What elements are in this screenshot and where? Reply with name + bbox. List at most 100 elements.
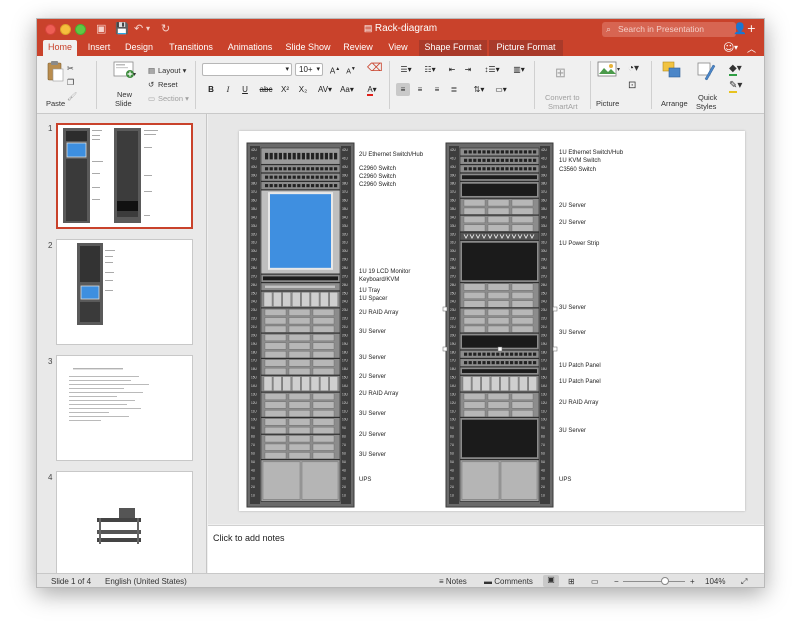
align-center-icon[interactable]: ≡ xyxy=(413,83,427,96)
line-spacing-icon[interactable]: ↕☰▾ xyxy=(482,63,502,76)
rack-device xyxy=(260,459,341,502)
port xyxy=(510,150,514,154)
port xyxy=(528,352,532,356)
notes-pane[interactable]: Click to add notes xyxy=(208,525,764,573)
slide-thumbnail-1[interactable] xyxy=(56,123,193,229)
font-size-combobox[interactable]: 10+ ▾ xyxy=(295,63,323,76)
zoom-slider[interactable] xyxy=(623,577,685,585)
shapes-icon[interactable]: ◔▾ xyxy=(628,63,639,74)
reading-view-icon[interactable]: ▭ xyxy=(591,577,599,586)
bold-button[interactable]: B xyxy=(204,83,218,96)
tab-review[interactable]: Review xyxy=(341,40,375,56)
smiley-feedback-icon[interactable]: ☺ xyxy=(723,41,734,54)
slide-thumbnail-2[interactable] xyxy=(56,239,193,345)
justify-icon[interactable]: ≣ xyxy=(447,83,461,96)
shape-fill-icon[interactable]: ◆▾ xyxy=(729,63,742,76)
zoom-level[interactable]: 104% xyxy=(705,577,725,586)
fit-slide-icon[interactable]: ⤢ xyxy=(741,577,747,587)
drive-bay xyxy=(288,418,311,426)
section-button[interactable]: Section ▾ xyxy=(158,94,189,103)
align-right-icon[interactable]: ≡ xyxy=(430,83,444,96)
new-slide-dropdown-icon[interactable]: ▾ xyxy=(133,71,136,78)
paste-icon[interactable] xyxy=(46,60,64,82)
comments-toggle[interactable]: ▬ Comments xyxy=(484,577,533,586)
tab-shape-format[interactable]: Shape Format xyxy=(419,40,487,56)
bullets-icon[interactable]: ☰▾ xyxy=(397,63,415,76)
tab-home[interactable]: Home xyxy=(43,40,77,56)
smartart-icon[interactable]: ⊞ xyxy=(555,65,566,81)
change-case-icon[interactable]: Aa▾ xyxy=(337,83,357,96)
slide-canvas[interactable]: 42U 42U 41U 41U 40U 40U 39U 39U 38U 38U 37U 37U 36U 3… xyxy=(239,131,745,511)
slide-thumbnail-3[interactable] xyxy=(56,355,193,461)
align-text-icon[interactable]: ▭▾ xyxy=(492,83,510,96)
layout-button[interactable]: Layout ▾ xyxy=(158,66,186,75)
search-input[interactable]: ⌕ Search in Presentation xyxy=(602,22,736,37)
slide-thumbnails-pane[interactable]: 1 2 3 4 xyxy=(37,114,207,577)
character-spacing-icon[interactable]: AV▾ xyxy=(315,83,335,96)
port xyxy=(283,175,287,179)
arrange-icon[interactable] xyxy=(662,61,681,81)
zoom-out-icon[interactable]: − xyxy=(614,577,619,586)
rack-unit-label: 36U xyxy=(541,199,548,203)
tab-slide-show[interactable]: Slide Show xyxy=(283,40,333,56)
normal-view-icon[interactable]: ▣ xyxy=(543,575,559,587)
text-box-icon[interactable]: ⊡ xyxy=(628,80,636,91)
slide-editor[interactable]: 42U 42U 41U 41U 40U 40U 39U 39U 38U 38U 37U 37U 36U 3… xyxy=(208,114,764,524)
columns-icon[interactable]: ▥▾ xyxy=(510,63,528,76)
rack-unit-label: 38U xyxy=(251,182,258,186)
port xyxy=(477,352,481,356)
drive-bay xyxy=(264,418,287,426)
superscript-button[interactable]: X² xyxy=(278,83,292,96)
tab-insert[interactable]: Insert xyxy=(83,40,115,56)
zoom-slider-thumb[interactable] xyxy=(661,577,670,585)
decrease-indent-icon[interactable]: ⇤ xyxy=(445,63,459,76)
copy-icon[interactable]: ❐ xyxy=(67,78,74,87)
rack-unit-label: 41U xyxy=(342,156,349,160)
tab-view[interactable]: View xyxy=(384,40,412,56)
title-bar: ▣ 💾 ↶ ▾ ↻ ▤ Rack-diagram ⌕ Search in Pre… xyxy=(37,19,764,40)
reset-button[interactable]: Reset xyxy=(158,80,178,89)
slide-sorter-icon[interactable]: ⊞ xyxy=(568,577,575,586)
rack-diagram[interactable]: 42U 42U 41U 41U 40U 40U 39U 39U 38U 38U 37U 37U 36U 3… xyxy=(239,131,745,511)
increase-indent-icon[interactable]: ⇥ xyxy=(461,63,475,76)
slide-thumbnail-4[interactable] xyxy=(56,471,193,577)
language-status[interactable]: English (United States) xyxy=(105,577,187,586)
port xyxy=(468,150,472,154)
subscript-button[interactable]: X₂ xyxy=(296,83,310,96)
tab-animations[interactable]: Animations xyxy=(224,40,276,56)
font-color-icon[interactable]: A▾ xyxy=(362,83,382,96)
text-direction-icon[interactable]: ⇅▾ xyxy=(470,83,488,96)
port xyxy=(533,150,537,154)
rack-unit-label: 2U xyxy=(251,485,256,489)
tab-design[interactable]: Design xyxy=(121,40,157,56)
notes-toggle[interactable]: ≡ Notes xyxy=(439,577,467,586)
zoom-in-icon[interactable]: + xyxy=(690,577,695,586)
tab-transitions[interactable]: Transitions xyxy=(165,40,217,56)
picture-dropdown-icon[interactable]: ▾ xyxy=(617,66,620,73)
font-name-combobox[interactable]: ▾ xyxy=(202,63,292,76)
shape-outline-icon[interactable]: ✎▾ xyxy=(729,80,742,93)
rack-device xyxy=(260,290,341,308)
numbering-icon[interactable]: ☷▾ xyxy=(421,63,439,76)
new-slide-icon[interactable] xyxy=(113,60,134,80)
format-painter-icon[interactable]: 🖌 xyxy=(67,92,77,101)
strikethrough-button[interactable]: abc xyxy=(257,83,275,96)
left-rack-label: C2960 Switch xyxy=(359,174,396,180)
rack-device xyxy=(260,147,341,165)
device-body xyxy=(459,164,540,173)
rack-device xyxy=(260,282,341,291)
collapse-ribbon-icon[interactable]: ︿ xyxy=(747,42,756,55)
increase-font-size-icon[interactable]: A▲ xyxy=(328,63,342,76)
clear-formatting-icon[interactable]: ⌫ xyxy=(367,62,383,75)
share-icon[interactable]: 👤+ xyxy=(733,22,756,35)
decrease-font-size-icon[interactable]: A▼ xyxy=(344,63,358,76)
feedback-dropdown-icon[interactable]: ▾ xyxy=(734,43,738,52)
align-left-icon[interactable]: ≡ xyxy=(396,83,410,96)
cut-icon[interactable]: ✂ xyxy=(67,64,74,73)
right-rack-label: 1U Patch Panel xyxy=(559,379,601,385)
quick-styles-icon[interactable] xyxy=(696,61,716,81)
tab-picture-format[interactable]: Picture Format xyxy=(489,40,563,56)
picture-icon[interactable] xyxy=(597,61,617,81)
underline-button[interactable]: U xyxy=(238,83,252,96)
italic-button[interactable]: I xyxy=(221,83,235,96)
